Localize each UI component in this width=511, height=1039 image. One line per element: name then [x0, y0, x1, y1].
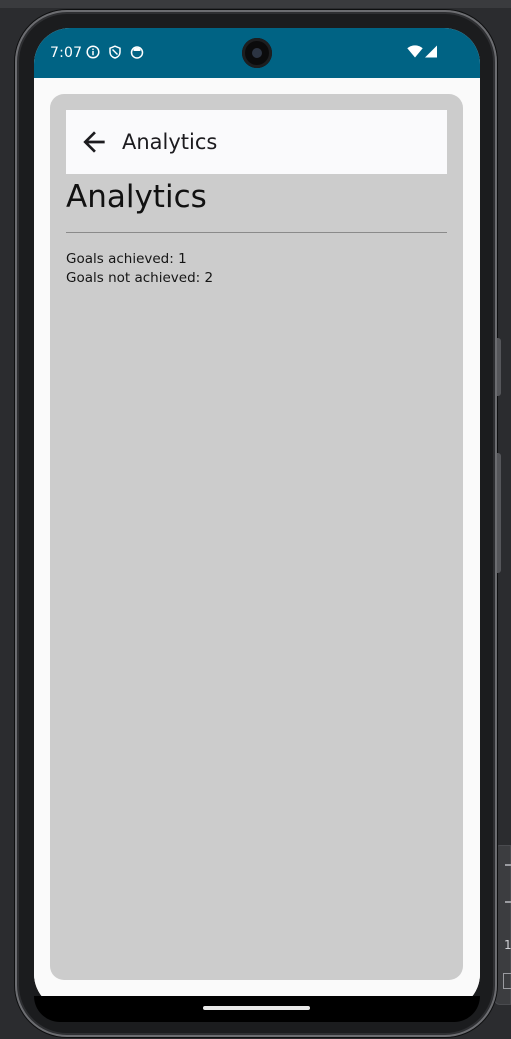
volume-button[interactable] — [497, 338, 501, 396]
back-button[interactable] — [78, 126, 110, 158]
front-camera — [242, 38, 272, 68]
info-icon — [86, 45, 100, 59]
app-notification-icon — [130, 46, 144, 59]
toolbar-screenshot-icon[interactable] — [503, 973, 511, 989]
device-screen: 7:07 Analytics Analytics Goals achieved:… — [34, 28, 480, 1010]
goals-not-achieved-text: Goals not achieved: 2 — [66, 270, 214, 286]
arrow-back-icon — [83, 131, 105, 153]
status-bar: 7:07 — [34, 28, 480, 78]
page-title: Analytics — [66, 179, 207, 215]
home-gesture-handle[interactable] — [203, 1006, 310, 1010]
app-content: Analytics Analytics Goals achieved: 1 Go… — [34, 78, 480, 996]
goals-achieved-text: Goals achieved: 1 — [66, 251, 187, 267]
power-button[interactable] — [497, 453, 501, 573]
analytics-card: Analytics Analytics Goals achieved: 1 Go… — [50, 94, 463, 980]
app-bar-title: Analytics — [122, 130, 218, 154]
emulator-top-strip — [0, 0, 511, 8]
shield-icon — [109, 45, 121, 59]
toolbar-tick — [505, 864, 511, 866]
toolbar-glyph: 1 — [504, 938, 511, 952]
top-app-bar: Analytics — [66, 110, 447, 174]
cell-signal-icon — [425, 45, 437, 58]
status-time: 7:07 — [50, 45, 83, 61]
toolbar-tick — [505, 901, 511, 903]
wifi-icon — [407, 45, 423, 58]
divider — [66, 232, 447, 233]
